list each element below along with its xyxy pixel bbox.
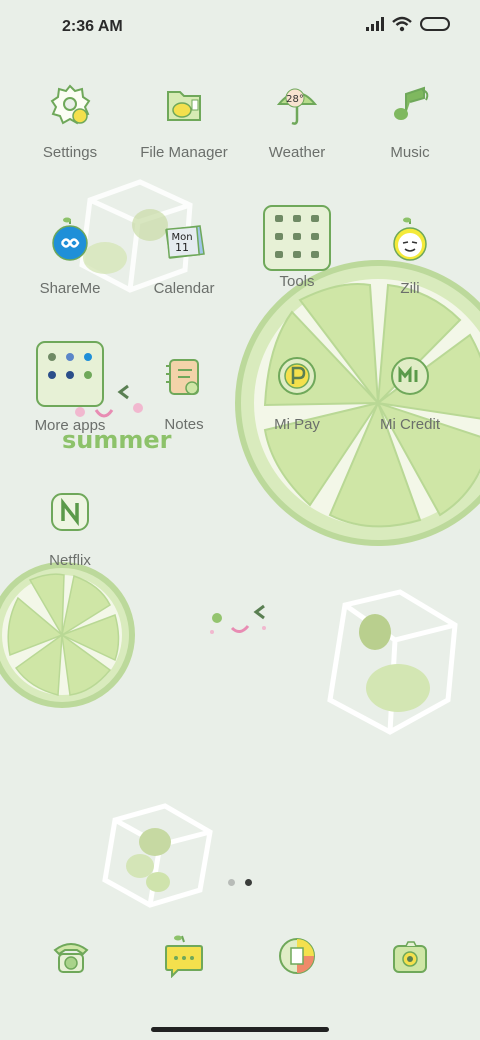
app-label: Tools bbox=[279, 273, 315, 290]
umbrella-icon: 28° bbox=[269, 76, 325, 132]
netflix-icon bbox=[42, 484, 98, 540]
more-apps-folder-icon bbox=[36, 341, 104, 407]
zili-icon bbox=[382, 212, 438, 268]
app-label: Netflix bbox=[49, 552, 91, 569]
app-label: Notes bbox=[164, 416, 204, 433]
status-time: 2:36 AM bbox=[62, 18, 123, 35]
camera-icon bbox=[393, 941, 427, 973]
shareme-icon bbox=[42, 212, 98, 268]
signal-icon bbox=[366, 17, 384, 31]
notes-icon bbox=[156, 348, 212, 404]
app-label: Weather bbox=[268, 144, 326, 161]
app-label: ShareMe bbox=[39, 280, 101, 297]
calendar-icon: Mon 11 bbox=[156, 212, 212, 268]
app-tools-folder[interactable]: Tools bbox=[239, 205, 355, 305]
dock-camera[interactable] bbox=[382, 928, 438, 984]
phone-icon bbox=[53, 943, 89, 973]
app-label: Mi Pay bbox=[274, 416, 320, 433]
mi-credit-icon bbox=[382, 348, 438, 404]
battery-icon bbox=[420, 17, 450, 31]
app-shareme[interactable]: ShareMe bbox=[12, 212, 128, 312]
app-notes[interactable]: Notes bbox=[126, 348, 242, 448]
status-icons bbox=[366, 16, 450, 32]
app-file-manager[interactable]: File Manager bbox=[126, 76, 242, 176]
dock-phone[interactable] bbox=[43, 928, 99, 984]
dock-browser[interactable] bbox=[269, 928, 325, 984]
app-more-apps-folder[interactable]: More apps bbox=[12, 341, 128, 441]
app-netflix[interactable]: Netflix bbox=[12, 484, 128, 584]
app-label: File Manager bbox=[140, 144, 228, 161]
dock-messages[interactable] bbox=[156, 928, 212, 984]
wifi-icon bbox=[392, 16, 412, 32]
home-indicator[interactable] bbox=[151, 1027, 329, 1032]
page-dot-active[interactable] bbox=[245, 879, 252, 886]
app-mi-credit[interactable]: Mi Credit bbox=[352, 348, 468, 448]
weather-temp: 28° bbox=[286, 94, 304, 105]
app-label: Settings bbox=[42, 144, 98, 161]
app-label: More apps bbox=[34, 417, 106, 434]
mi-pay-icon bbox=[269, 348, 325, 404]
status-bar: 2:36 AM bbox=[0, 0, 480, 56]
browser-icon bbox=[279, 938, 315, 974]
app-weather[interactable]: 28° Weather bbox=[239, 76, 355, 176]
page-indicator bbox=[228, 879, 252, 886]
app-mi-pay[interactable]: Mi Pay bbox=[239, 348, 355, 448]
calendar-day: 11 bbox=[175, 241, 189, 254]
app-label: Music bbox=[390, 144, 430, 161]
music-note-icon bbox=[382, 76, 438, 132]
tools-folder-icon bbox=[263, 205, 331, 271]
folder-icon bbox=[156, 76, 212, 132]
settings-icon bbox=[42, 76, 98, 132]
messages-icon bbox=[165, 935, 203, 978]
app-settings[interactable]: Settings bbox=[12, 76, 128, 176]
app-zili[interactable]: Zili bbox=[352, 212, 468, 312]
cute-face-center bbox=[210, 604, 266, 634]
lime-slice-small bbox=[0, 562, 135, 708]
page-dot[interactable] bbox=[228, 879, 235, 886]
app-label: Mi Credit bbox=[379, 416, 440, 433]
app-music[interactable]: Music bbox=[352, 76, 468, 176]
app-calendar[interactable]: Mon 11 Calendar bbox=[126, 212, 242, 312]
app-label: Zili bbox=[400, 280, 420, 297]
app-label: Calendar bbox=[153, 280, 215, 297]
